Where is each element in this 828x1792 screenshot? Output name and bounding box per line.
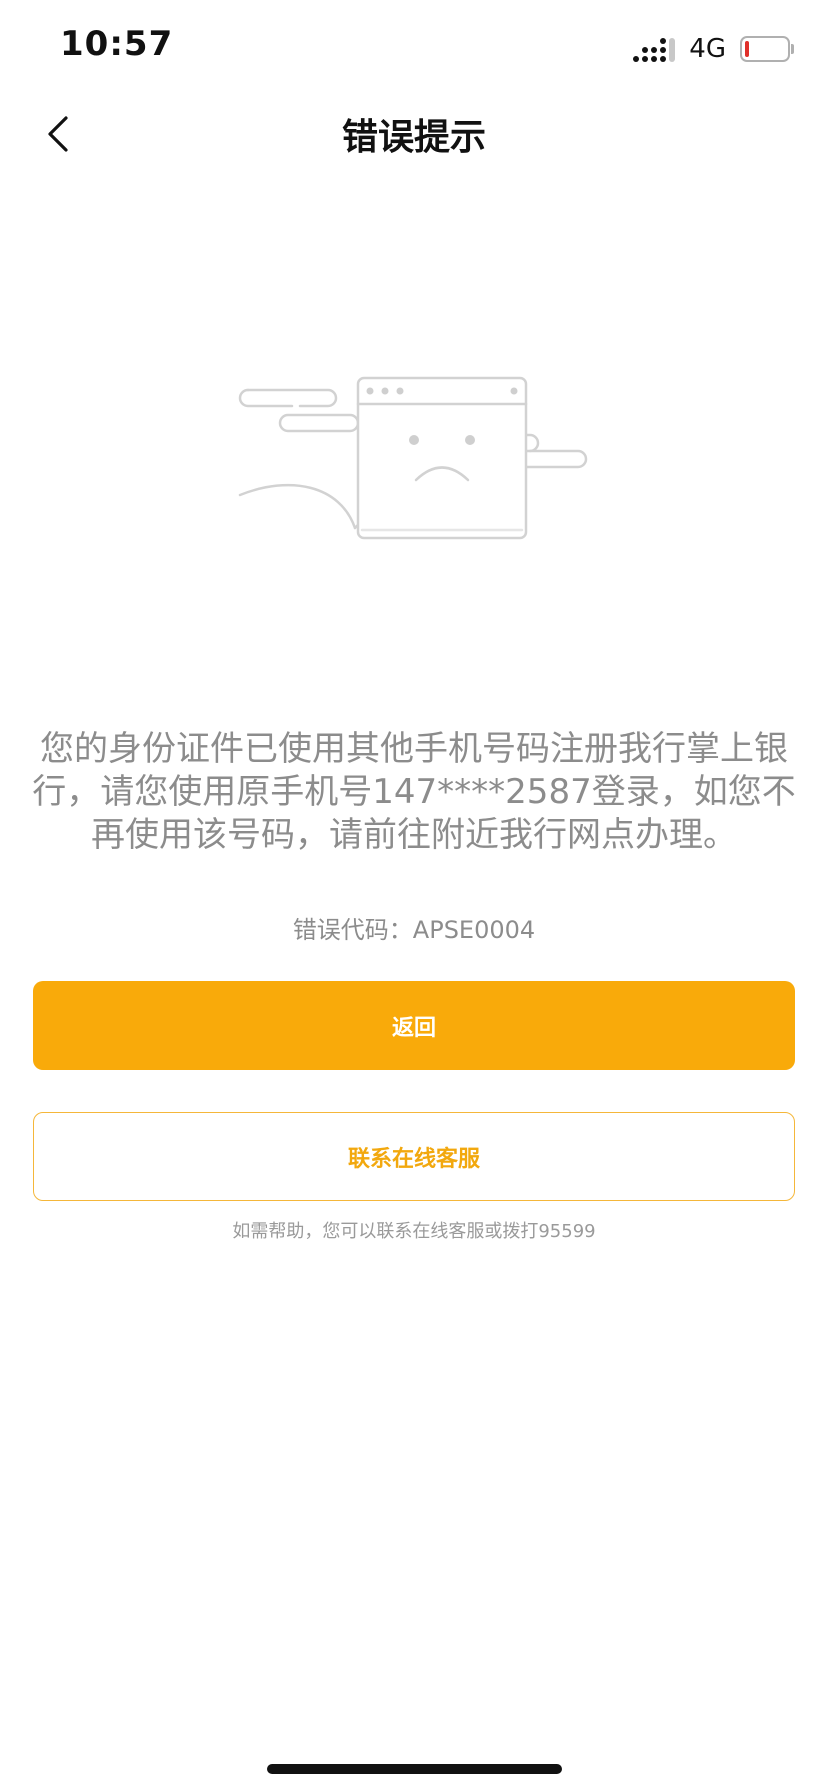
status-bar: 10:57 4G bbox=[0, 0, 828, 96]
page-title: 错误提示 bbox=[341, 117, 486, 158]
network-type: 4G bbox=[689, 34, 726, 64]
nav-bar: 错误提示 bbox=[0, 96, 828, 172]
error-illustration-icon bbox=[238, 376, 588, 540]
battery-icon bbox=[740, 36, 794, 62]
signal-strength-icon bbox=[633, 36, 676, 62]
sad-browser-window-illustration bbox=[230, 360, 590, 550]
battery-level bbox=[745, 41, 749, 57]
error-message: 您的身份证件已使用其他手机号码注册我行掌上银行，请您使用原手机号147****2… bbox=[32, 729, 796, 855]
help-text: 如需帮助，您可以联系在线客服或拨打95599 bbox=[232, 1221, 596, 1242]
status-time: 10:57 bbox=[60, 24, 174, 64]
contact-online-service-button[interactable]: 联系在线客服 bbox=[33, 1112, 795, 1201]
home-indicator bbox=[267, 1764, 562, 1774]
back-return-button[interactable]: 返回 bbox=[33, 981, 795, 1070]
error-code: 错误代码：APSE0004 bbox=[292, 916, 536, 944]
status-indicators: 4G bbox=[633, 32, 794, 66]
